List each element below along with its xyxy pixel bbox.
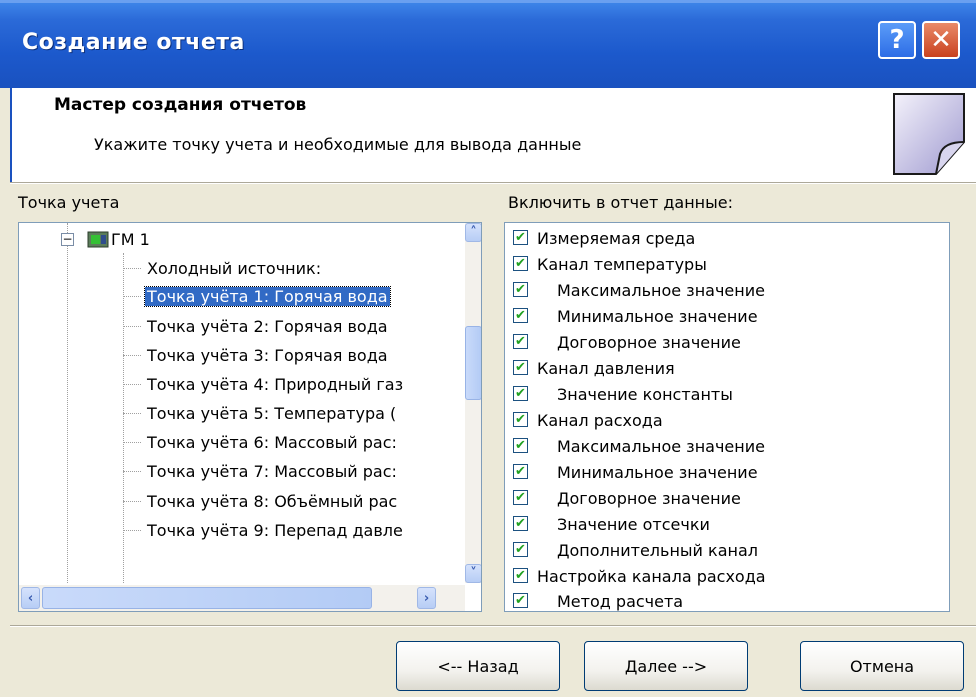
- checklist-item-label: Максимальное значение: [557, 437, 765, 456]
- checkmark-icon[interactable]: ✔: [513, 308, 528, 323]
- checklist-item-label: Минимальное значение: [557, 307, 758, 326]
- tree-item-label: Холодный источник:: [147, 259, 322, 278]
- checkmark-icon[interactable]: ✔: [513, 230, 528, 245]
- next-button[interactable]: Далее -->: [584, 641, 748, 691]
- collapse-icon[interactable]: −: [61, 233, 74, 246]
- help-button[interactable]: ?: [878, 21, 916, 59]
- tree-item[interactable]: Точка учёта 6: Массовый рас:: [19, 430, 459, 456]
- checklist-item-label: Канал давления: [537, 359, 675, 378]
- checklist-item-label: Метод расчета: [557, 592, 684, 611]
- scroll-thumb-vertical[interactable]: [465, 326, 481, 400]
- checkmark-icon[interactable]: ✔: [513, 593, 528, 608]
- checklist-item-label: Максимальное значение: [557, 281, 765, 300]
- cancel-button[interactable]: Отмена: [800, 641, 964, 691]
- tree-item[interactable]: Точка учёта 9: Перепад давле: [19, 518, 459, 544]
- checklist-item-label: Значение отсечки: [557, 515, 710, 534]
- document-icon: [893, 93, 965, 175]
- scroll-thumb-horizontal[interactable]: [42, 587, 372, 609]
- checkmark-icon[interactable]: ✔: [513, 464, 528, 479]
- chevron-left-icon[interactable]: ‹: [21, 587, 40, 609]
- checkmark-icon[interactable]: ✔: [513, 438, 528, 453]
- tree-item[interactable]: Холодный источник:: [19, 256, 459, 282]
- tree-item-label: Точка учёта 1: Горячая вода: [144, 286, 391, 307]
- checklist-label: Включить в отчет данные:: [508, 193, 734, 212]
- checklist-item-label: Договорное значение: [557, 333, 741, 352]
- checkmark-icon[interactable]: ✔: [513, 412, 528, 427]
- checklist-item-label: Канал температуры: [537, 255, 707, 274]
- checklist-item-label: Договорное значение: [557, 489, 741, 508]
- checkmark-icon[interactable]: ✔: [513, 360, 528, 375]
- tree-item[interactable]: Точка учёта 2: Горячая вода: [19, 314, 459, 340]
- checkmark-icon[interactable]: ✔: [513, 386, 528, 401]
- chevron-down-icon[interactable]: ˅: [465, 564, 481, 583]
- tree-item[interactable]: Точка учёта 4: Природный газ: [19, 372, 459, 398]
- window-title: Создание отчета: [22, 30, 245, 55]
- checklist-item-label: Дополнительный канал: [557, 541, 758, 560]
- tree-item-label: Точка учёта 5: Температура (: [147, 404, 397, 423]
- vertical-scrollbar[interactable]: ˄ ˅: [465, 223, 481, 583]
- footer-separator: [10, 625, 976, 627]
- checkmark-icon[interactable]: ✔: [513, 334, 528, 349]
- checkmark-icon[interactable]: ✔: [513, 490, 528, 505]
- device-icon: [87, 231, 109, 248]
- tree-node-label: ГМ 1: [111, 230, 150, 249]
- tree-item-label: Точка учёта 6: Массовый рас:: [147, 433, 397, 452]
- chevron-up-icon[interactable]: ˄: [465, 223, 481, 242]
- back-button[interactable]: <-- Назад: [396, 641, 560, 691]
- checkmark-icon[interactable]: ✔: [513, 256, 528, 271]
- chevron-right-icon[interactable]: ›: [417, 587, 436, 609]
- checkmark-icon[interactable]: ✔: [513, 282, 528, 297]
- checkmark-icon[interactable]: ✔: [513, 516, 528, 531]
- tree-item[interactable]: Точка учёта 7: Массовый рас:: [19, 459, 459, 485]
- horizontal-scrollbar[interactable]: ‹ ›: [19, 585, 465, 611]
- wizard-header: Мастер создания отчетов Укажите точку уч…: [10, 88, 976, 182]
- checkmark-icon[interactable]: ✔: [513, 542, 528, 557]
- tree-item[interactable]: Точка учёта 3: Горячая вода: [19, 343, 459, 369]
- tree-item[interactable]: Точка учёта 5: Температура (: [19, 401, 459, 427]
- checklist-item-label: Настройка канала расхода: [537, 567, 766, 586]
- checklist-item-label: Значение константы: [557, 385, 733, 404]
- wizard-title: Мастер создания отчетов: [54, 95, 307, 115]
- close-icon: ✕: [930, 25, 952, 55]
- tree-item-label: Точка учёта 8: Объёмный рас: [147, 492, 398, 511]
- tree-node-root[interactable]: − ГМ 1: [19, 227, 459, 253]
- checkmark-icon[interactable]: ✔: [513, 568, 528, 583]
- checklist-item-label: Канал расхода: [537, 411, 663, 430]
- tree-item-label: Точка учёта 4: Природный газ: [147, 375, 404, 394]
- tree-item-label: Точка учёта 2: Горячая вода: [147, 317, 388, 336]
- tree-item-selected[interactable]: Точка учёта 1: Горячая вода: [19, 284, 459, 310]
- close-button[interactable]: ✕: [922, 21, 960, 59]
- title-bar[interactable]: Создание отчета ? ✕: [0, 0, 976, 88]
- help-icon: ?: [889, 25, 905, 55]
- tree-item-label: Точка учёта 7: Массовый рас:: [147, 462, 397, 481]
- wizard-subtitle: Укажите точку учета и необходимые для вы…: [94, 135, 582, 154]
- header-separator: [10, 182, 976, 184]
- tree-item[interactable]: Точка учёта 8: Объёмный рас: [19, 489, 459, 515]
- tree-label: Точка учета: [18, 193, 120, 212]
- checklist-item-label: Измеряемая среда: [537, 229, 696, 248]
- tree-item-label: Точка учёта 9: Перепад давле: [147, 521, 403, 540]
- tree-item-label: Точка учёта 3: Горячая вода: [147, 346, 388, 365]
- include-data-checklist[interactable]: ✔ Измеряемая среда ✔ Канал температуры ✔ Ма…: [504, 222, 950, 612]
- tree-view[interactable]: − ГМ 1 Холодный источник: Точка учёта 1:…: [18, 222, 482, 612]
- checklist-item-label: Минимальное значение: [557, 463, 758, 482]
